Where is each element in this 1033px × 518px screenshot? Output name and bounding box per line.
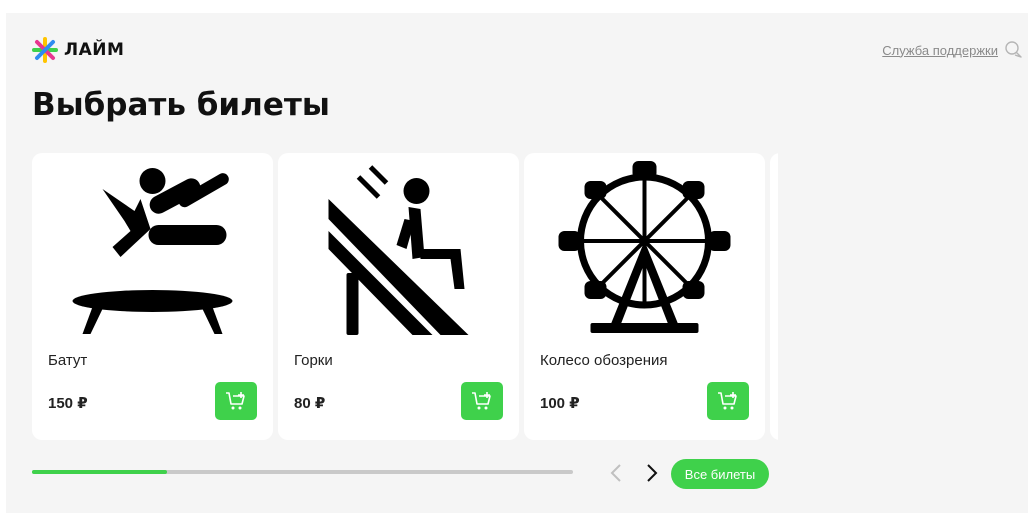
ticket-card-trampoline[interactable]: Батут 150 ₽ [32, 153, 273, 440]
all-tickets-button[interactable]: Все билеты [671, 459, 769, 489]
cart-plus-icon [718, 392, 737, 410]
card-price: 100 ₽ [540, 395, 580, 412]
card-name: Горки [294, 352, 333, 369]
page-container: ЛАЙМ Служба поддержки Выбрать билеты Бат… [6, 13, 1028, 513]
add-to-cart-button[interactable] [461, 382, 503, 420]
ticket-card-partial[interactable] [770, 153, 778, 440]
card-price: 150 ₽ [48, 395, 88, 412]
ticket-card-ferris-wheel[interactable]: Колесо обозрения 100 ₽ [524, 153, 765, 440]
ticket-card-slide[interactable]: Горки 80 ₽ [278, 153, 519, 440]
card-price: 80 ₽ [294, 395, 326, 412]
ticket-carousel[interactable]: Батут 150 ₽ Горки 80 ₽ Колесо обозрения … [32, 153, 778, 440]
cart-plus-icon [472, 392, 491, 410]
chevron-left-icon [610, 464, 621, 482]
support-label[interactable]: Служба поддержки [882, 43, 998, 58]
add-to-cart-button[interactable] [707, 382, 749, 420]
support-link[interactable]: Служба поддержки [882, 40, 1024, 60]
lime-star-logo-icon [32, 37, 58, 63]
chat-bubble-icon [1005, 41, 1022, 58]
carousel-prev-button[interactable] [604, 460, 628, 486]
trampoline-icon [72, 168, 233, 334]
slide-icon [328, 165, 469, 335]
card-name: Батут [48, 352, 88, 369]
page-title: Выбрать билеты [32, 87, 330, 123]
add-to-cart-button[interactable] [215, 382, 257, 420]
cart-plus-icon [226, 392, 245, 410]
logo[interactable]: ЛАЙМ [32, 37, 124, 63]
chevron-right-icon [647, 464, 658, 482]
carousel-progress-fill [32, 470, 168, 474]
carousel-progress [32, 470, 573, 474]
brand-name: ЛАЙМ [64, 40, 125, 60]
carousel-next-button[interactable] [640, 460, 664, 486]
ferris-wheel-icon [558, 161, 731, 333]
card-name: Колесо обозрения [540, 352, 668, 369]
